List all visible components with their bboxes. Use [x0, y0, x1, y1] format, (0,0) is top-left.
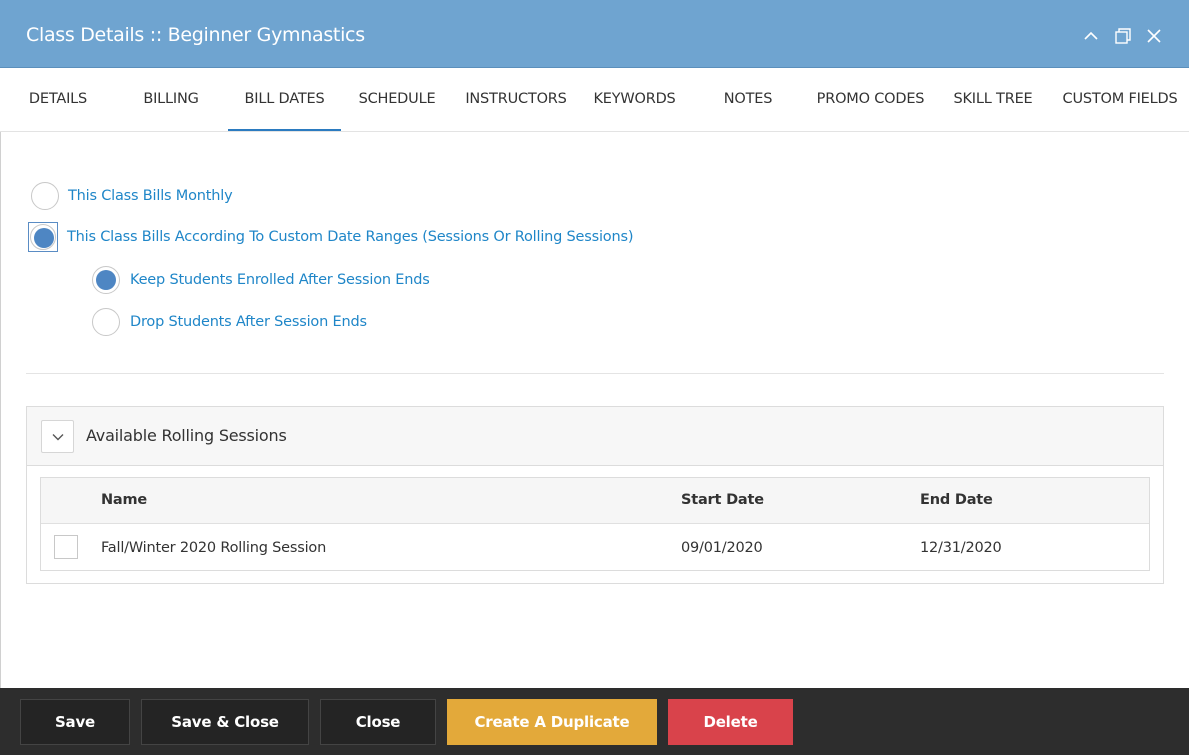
- collapse-button[interactable]: [41, 420, 74, 453]
- column-header-end-date[interactable]: End Date: [920, 492, 993, 508]
- bills-custom-option[interactable]: This Class Bills According To Custom Dat…: [28, 222, 633, 252]
- table-row[interactable]: Fall/Winter 2020 Rolling Session 09/01/2…: [41, 525, 1149, 570]
- tab-keywords[interactable]: KEYWORDS: [584, 68, 685, 131]
- save-close-button[interactable]: Save & Close: [141, 699, 309, 745]
- tab-bill-dates[interactable]: BILL DATES: [228, 68, 341, 131]
- keep-enrolled-radio[interactable]: [92, 266, 120, 294]
- tab-schedule[interactable]: SCHEDULE: [348, 68, 446, 131]
- tab-billing[interactable]: BILLING: [120, 68, 222, 131]
- tab-details[interactable]: DETAILS: [14, 68, 102, 131]
- keep-enrolled-label[interactable]: Keep Students Enrolled After Session End…: [130, 272, 430, 288]
- tab-skill-tree[interactable]: SKILL TREE: [946, 68, 1040, 131]
- chevron-up-icon[interactable]: [1081, 26, 1101, 46]
- bills-monthly-label[interactable]: This Class Bills Monthly: [68, 188, 233, 204]
- bills-custom-radio[interactable]: [30, 224, 56, 250]
- bills-monthly-option[interactable]: This Class Bills Monthly: [30, 181, 233, 211]
- bills-custom-focus-frame: [28, 222, 58, 252]
- drop-students-label[interactable]: Drop Students After Session Ends: [130, 314, 367, 330]
- tab-promo-codes[interactable]: PROMO CODES: [808, 68, 933, 131]
- session-start-date: 09/01/2020: [681, 540, 763, 556]
- rolling-sessions-panel: Available Rolling Sessions Name Start Da…: [26, 406, 1164, 584]
- footer-toolbar: Save Save & Close Close Create A Duplica…: [0, 688, 1189, 755]
- bills-monthly-radio[interactable]: [31, 182, 59, 210]
- delete-button[interactable]: Delete: [668, 699, 793, 745]
- drop-students-option[interactable]: Drop Students After Session Ends: [91, 307, 367, 337]
- window-titlebar: Class Details :: Beginner Gymnastics: [0, 0, 1189, 68]
- keep-enrolled-option[interactable]: Keep Students Enrolled After Session End…: [91, 265, 430, 295]
- column-header-start-date[interactable]: Start Date: [681, 492, 764, 508]
- tab-bar: DETAILS BILLING BILL DATES SCHEDULE INST…: [0, 68, 1189, 132]
- panel-header: Available Rolling Sessions: [27, 407, 1163, 466]
- restore-window-icon[interactable]: [1113, 26, 1133, 46]
- column-header-name[interactable]: Name: [101, 492, 147, 508]
- tab-notes[interactable]: NOTES: [705, 68, 791, 131]
- create-duplicate-button[interactable]: Create A Duplicate: [447, 699, 657, 745]
- close-icon[interactable]: [1144, 26, 1164, 46]
- bills-custom-label[interactable]: This Class Bills According To Custom Dat…: [67, 229, 633, 245]
- save-button[interactable]: Save: [20, 699, 130, 745]
- sessions-table: Name Start Date End Date Fall/Winter 202…: [40, 477, 1150, 571]
- row-select-checkbox[interactable]: [54, 535, 78, 559]
- tab-instructors[interactable]: INSTRUCTORS: [458, 68, 574, 131]
- section-divider: [26, 373, 1164, 374]
- drop-students-radio[interactable]: [92, 308, 120, 336]
- table-header: Name Start Date End Date: [41, 478, 1149, 524]
- session-name: Fall/Winter 2020 Rolling Session: [101, 540, 327, 556]
- window-title: Class Details :: Beginner Gymnastics: [26, 24, 365, 46]
- tab-custom-fields[interactable]: CUSTOM FIELDS: [1055, 68, 1185, 131]
- session-end-date: 12/31/2020: [920, 540, 1002, 556]
- content-border: [0, 132, 1, 688]
- chevron-down-icon: [52, 433, 63, 440]
- panel-title: Available Rolling Sessions: [86, 426, 287, 445]
- close-button[interactable]: Close: [320, 699, 436, 745]
